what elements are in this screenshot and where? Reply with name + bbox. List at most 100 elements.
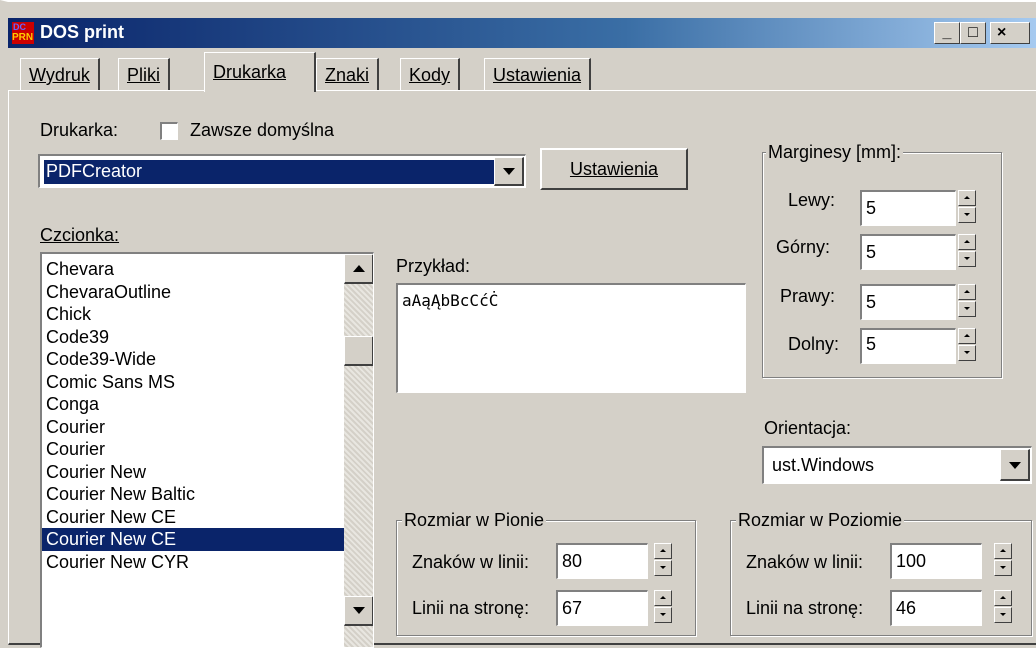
- chevron-up-icon: [353, 265, 365, 272]
- list-item[interactable]: Chick: [42, 303, 348, 326]
- vertical-size-title: Rozmiar w Pionie: [402, 510, 547, 531]
- orientation-value: ust.Windows: [772, 455, 875, 475]
- margin-left-spinner[interactable]: [958, 190, 976, 224]
- horizontal-chars-spinner[interactable]: [994, 543, 1012, 577]
- close-button[interactable]: ×: [990, 22, 1030, 44]
- list-item[interactable]: Comic Sans MS: [42, 371, 348, 394]
- scroll-down-button[interactable]: [344, 596, 373, 626]
- spin-up-button[interactable]: [654, 543, 672, 559]
- list-item[interactable]: Code39: [42, 326, 348, 349]
- list-item[interactable]: Courier: [42, 438, 348, 461]
- list-item[interactable]: Chevara: [42, 258, 348, 281]
- app-icon-text-top: DC: [13, 22, 26, 32]
- spin-up-button[interactable]: [654, 590, 672, 606]
- margin-bottom-label: Dolny:: [788, 334, 840, 354]
- chevron-down-icon: [503, 168, 515, 175]
- margin-bottom-spinner[interactable]: [958, 328, 976, 362]
- maximize-icon: □: [968, 24, 978, 41]
- spin-down-icon: [964, 257, 970, 260]
- list-item[interactable]: ChevaraOutline: [42, 281, 348, 304]
- margin-top-spinner[interactable]: [958, 234, 976, 268]
- spin-down-button[interactable]: [654, 560, 672, 576]
- margin-right-label: Prawy:: [780, 286, 836, 306]
- default-printer-label: Zawsze domyślna: [190, 120, 335, 140]
- spin-up-icon: [964, 196, 970, 199]
- horizontal-lines-input[interactable]: 46: [890, 590, 982, 626]
- spin-down-button[interactable]: [958, 251, 976, 267]
- tab-ustawienia[interactable]: Ustawienia: [484, 58, 592, 90]
- vertical-chars-value: 80: [562, 551, 583, 571]
- spin-down-button[interactable]: [958, 345, 976, 361]
- horizontal-chars-input[interactable]: 100: [890, 543, 982, 579]
- orientation-select[interactable]: ust.Windows: [762, 446, 1032, 484]
- minimize-button[interactable]: _: [934, 22, 960, 44]
- font-list-scrollbar[interactable]: [344, 254, 373, 647]
- spin-down-button[interactable]: [994, 607, 1012, 623]
- spin-up-icon: [660, 549, 666, 552]
- vertical-chars-input[interactable]: 80: [556, 543, 648, 579]
- margin-bottom-input[interactable]: 5: [860, 328, 956, 364]
- list-item-selected[interactable]: Courier New CE: [42, 528, 348, 551]
- margin-top-input[interactable]: 5: [860, 234, 956, 270]
- list-item[interactable]: Courier New CE: [42, 506, 348, 529]
- list-item[interactable]: Courier New: [42, 461, 348, 484]
- spin-up-button[interactable]: [994, 590, 1012, 606]
- tab-wydruk[interactable]: Wydruk: [20, 58, 100, 90]
- spin-down-button[interactable]: [994, 560, 1012, 576]
- font-list-items: Chevara ChevaraOutline Chick Code39 Code…: [42, 258, 348, 573]
- vertical-chars-spinner[interactable]: [654, 543, 672, 577]
- margin-left-input[interactable]: 5: [860, 190, 956, 226]
- margin-bottom-value: 5: [866, 334, 877, 354]
- scroll-thumb[interactable]: [344, 336, 373, 366]
- spin-up-icon: [660, 596, 666, 599]
- list-item[interactable]: Courier: [42, 416, 348, 439]
- preview-text: aAąĄbBcCćĊ: [402, 291, 499, 310]
- spin-down-button[interactable]: [958, 301, 976, 317]
- spin-up-icon: [1000, 596, 1006, 599]
- tab-znaki[interactable]: Znaki: [316, 58, 380, 90]
- list-item[interactable]: Courier New Baltic: [42, 483, 348, 506]
- maximize-button[interactable]: □: [960, 22, 986, 44]
- vertical-lines-spinner[interactable]: [654, 590, 672, 624]
- printer-select[interactable]: PDFCreator: [38, 154, 526, 188]
- spin-up-icon: [1000, 549, 1006, 552]
- list-item[interactable]: Conga: [42, 393, 348, 416]
- orientation-label: Orientacja:: [764, 418, 852, 438]
- printer-settings-label: Ustawienia: [569, 159, 659, 179]
- margin-left-label: Lewy:: [788, 190, 836, 210]
- printer-dropdown-button[interactable]: [494, 157, 524, 186]
- tab-label: Znaki: [325, 65, 370, 85]
- font-listbox[interactable]: Chevara ChevaraOutline Chick Code39 Code…: [40, 252, 374, 648]
- scroll-up-button[interactable]: [344, 254, 373, 284]
- tab-label: Pliki: [127, 65, 161, 85]
- list-item[interactable]: Code39-Wide: [42, 348, 348, 371]
- tab-label: Ustawienia: [493, 65, 582, 85]
- margin-top-label: Górny:: [776, 237, 831, 257]
- horizontal-lines-spinner[interactable]: [994, 590, 1012, 624]
- tab-drukarka[interactable]: Drukarka: [204, 52, 316, 92]
- spin-up-button[interactable]: [958, 284, 976, 300]
- spin-up-button[interactable]: [994, 543, 1012, 559]
- spin-down-button[interactable]: [958, 207, 976, 223]
- spin-down-icon: [964, 307, 970, 310]
- spin-up-button[interactable]: [958, 328, 976, 344]
- tab-kody[interactable]: Kody: [400, 58, 461, 90]
- default-printer-checkbox[interactable]: [160, 122, 178, 140]
- close-icon: ×: [997, 24, 1007, 41]
- horizontal-chars-value: 100: [896, 551, 927, 571]
- vertical-lines-value: 67: [562, 598, 583, 618]
- tab-pliki[interactable]: Pliki: [118, 58, 171, 90]
- spin-up-icon: [964, 290, 970, 293]
- vertical-lines-input[interactable]: 67: [556, 590, 648, 626]
- minimize-icon: _: [942, 24, 952, 41]
- list-item[interactable]: Courier New CYR: [42, 551, 348, 574]
- orientation-dropdown-button[interactable]: [1000, 449, 1030, 481]
- printer-settings-button[interactable]: Ustawienia: [540, 148, 688, 190]
- margin-right-spinner[interactable]: [958, 284, 976, 318]
- app-icon: DC PRN: [12, 22, 34, 44]
- margin-right-input[interactable]: 5: [860, 284, 956, 320]
- spin-up-button[interactable]: [958, 190, 976, 206]
- title-bar[interactable]: DC PRN DOS print _ □ ×: [8, 18, 1036, 48]
- spin-up-button[interactable]: [958, 234, 976, 250]
- spin-down-button[interactable]: [654, 607, 672, 623]
